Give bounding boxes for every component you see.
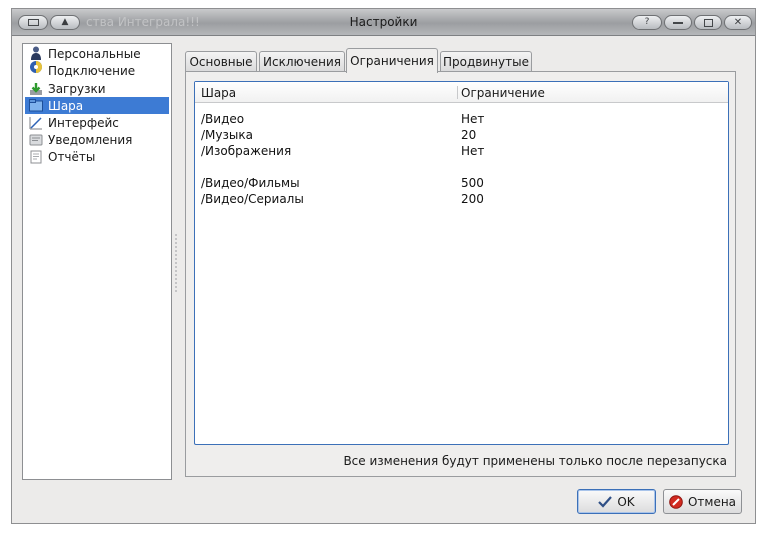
- column-header-share[interactable]: Шара: [201, 86, 236, 100]
- tab-advanced[interactable]: Продвинутые: [440, 51, 532, 72]
- maximize-button[interactable]: [694, 15, 722, 30]
- column-header-limit[interactable]: Ограничение: [461, 86, 545, 100]
- close-icon: ✕: [733, 16, 743, 28]
- settings-window: ▲ ства Интеграла!!! Настройки ? ✕ Персон…: [11, 8, 756, 524]
- table-row[interactable]: /Видео Нет: [195, 112, 728, 128]
- share-path-cell: /Музыка: [201, 128, 253, 142]
- tab-label: Продвинутые: [443, 55, 529, 69]
- limit-value-cell: Нет: [461, 112, 485, 126]
- sidebar-item-downloads[interactable]: Загрузки: [25, 80, 169, 97]
- cancel-button[interactable]: Отмена: [663, 489, 742, 514]
- sidebar-item-label: Уведомления: [48, 132, 133, 147]
- table-row[interactable]: /Музыка 20: [195, 128, 728, 144]
- help-label: ?: [644, 17, 650, 27]
- maximize-icon: [703, 18, 713, 27]
- minimize-button[interactable]: [664, 15, 692, 30]
- cancel-label: Отмена: [687, 494, 737, 509]
- minimize-icon: [673, 21, 683, 24]
- share-path-cell: /Видео/Сериалы: [201, 192, 304, 206]
- sidebar-item-label: Шара: [48, 98, 84, 113]
- tab-limits[interactable]: Ограничения: [346, 48, 438, 73]
- limit-value-cell: 200: [461, 192, 484, 206]
- sidebar-item-reports[interactable]: Отчёты: [25, 148, 169, 165]
- cancel-icon: [669, 494, 683, 509]
- interface-icon: [29, 116, 43, 130]
- sidebar-item-label: Загрузки: [48, 81, 106, 96]
- tab-label: Ограничения: [350, 54, 434, 68]
- ok-label: OK: [617, 494, 635, 509]
- limit-value-cell: 500: [461, 176, 484, 190]
- sidebar-item-label: Персональные: [48, 47, 141, 61]
- table-header: Шара Ограничение: [195, 82, 728, 103]
- sidebar-item-label: Отчёты: [48, 149, 96, 164]
- help-button[interactable]: ?: [632, 15, 662, 30]
- splitter-handle[interactable]: [175, 233, 177, 293]
- limits-table[interactable]: Шара Ограничение /Видео Нет /Музыка 20 /…: [194, 81, 729, 445]
- column-separator[interactable]: [457, 86, 458, 99]
- share-path-cell: /Видео/Фильмы: [201, 176, 300, 190]
- sidebar-item-personal[interactable]: Персональные Подключение: [25, 46, 169, 80]
- sidebar-item-label: Подключение: [48, 64, 136, 78]
- tab-exceptions[interactable]: Исключения: [259, 51, 345, 72]
- download-icon: [29, 82, 43, 96]
- person-icon: [29, 46, 43, 60]
- close-button[interactable]: ✕: [724, 15, 752, 30]
- sidebar-item-label: Интерфейс: [48, 115, 119, 130]
- limits-tab-panel: Шара Ограничение /Видео Нет /Музыка 20 /…: [185, 71, 736, 477]
- tab-label: Основные: [189, 55, 253, 69]
- table-row[interactable]: /Видео/Фильмы 500: [195, 176, 728, 192]
- connection-icon: [29, 60, 43, 74]
- reports-icon: [29, 150, 43, 164]
- share-path-cell: /Видео: [201, 112, 245, 126]
- tab-label: Исключения: [263, 55, 341, 69]
- sidebar-item-share[interactable]: Шара: [25, 97, 169, 114]
- table-row[interactable]: /Видео/Сериалы 200: [195, 192, 728, 208]
- table-row[interactable]: /Изображения Нет: [195, 144, 728, 160]
- title-bar[interactable]: ▲ ства Интеграла!!! Настройки ? ✕: [12, 9, 755, 36]
- limit-value-cell: Нет: [461, 144, 485, 158]
- restart-notice: Все изменения будут применены только пос…: [343, 454, 727, 468]
- share-folder-icon: [29, 99, 43, 113]
- tab-basic[interactable]: Основные: [185, 51, 257, 72]
- sidebar-item-notifications[interactable]: Уведомления: [25, 131, 169, 148]
- checkmark-icon: [598, 495, 613, 509]
- settings-category-list[interactable]: Персональные Подключение Загрузки Шара И…: [22, 43, 172, 480]
- limit-value-cell: 20: [461, 128, 477, 142]
- notification-icon: [29, 133, 43, 147]
- share-path-cell: /Изображения: [201, 144, 292, 158]
- ok-button[interactable]: OK: [577, 489, 656, 514]
- sidebar-item-interface[interactable]: Интерфейс: [25, 114, 169, 131]
